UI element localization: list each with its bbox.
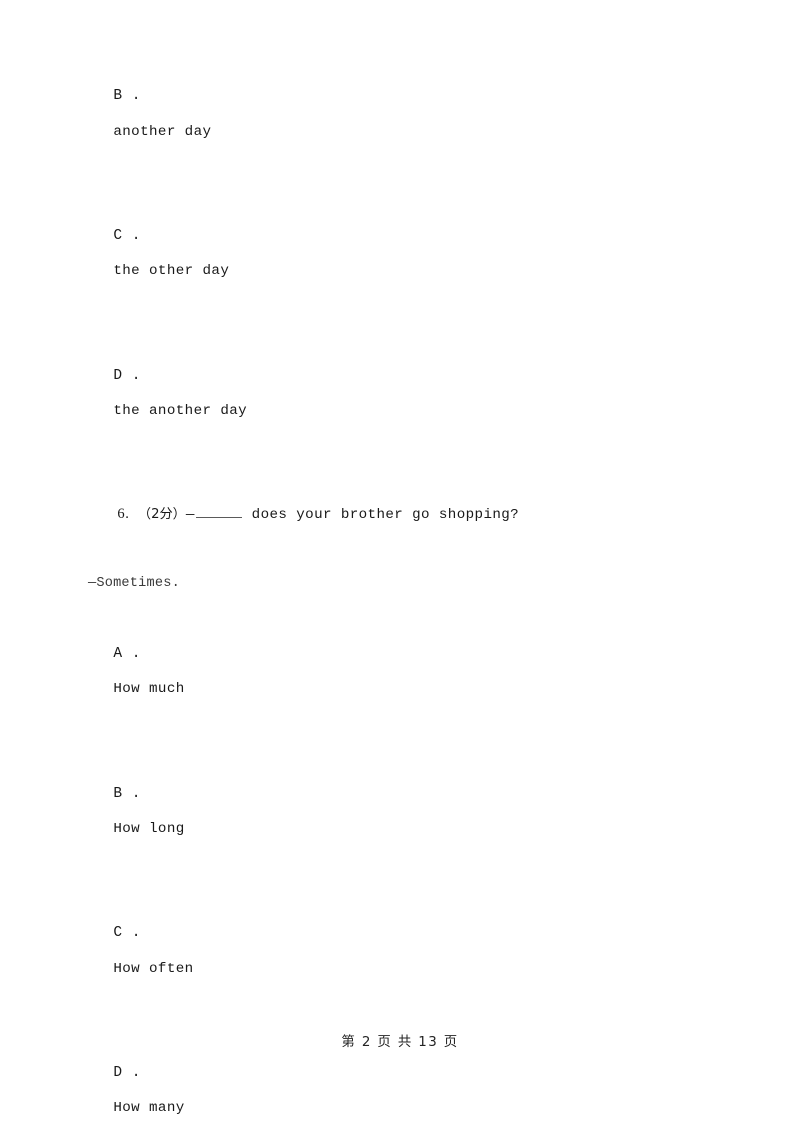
option-letter: B . (113, 785, 141, 802)
question-6-stem: 6. （2分）— does your brother go shopping? (48, 463, 755, 567)
option-label: How long (113, 820, 185, 837)
exam-page: B . another day C . the other day D . th… (0, 0, 800, 1132)
page-content: B . another day C . the other day D . th… (48, 44, 755, 1132)
option-label: How often (113, 960, 194, 977)
option-row[interactable]: B . How long (48, 741, 755, 881)
option-row[interactable]: D . the another day (48, 323, 755, 463)
question-number: 6. (117, 506, 130, 523)
option-letter: B . (113, 88, 141, 105)
question-text-suffix: does your brother go shopping? (242, 507, 520, 524)
option-row[interactable]: A . How much (48, 602, 755, 742)
option-label: another day (113, 123, 212, 140)
answer-blank[interactable] (195, 504, 242, 519)
option-label: the another day (113, 403, 248, 420)
option-label: How many (113, 1100, 185, 1117)
option-letter: D . (113, 367, 141, 384)
page-footer: 第 2 页 共 13 页 (341, 1035, 459, 1050)
option-letter: A . (113, 645, 141, 662)
option-label: How much (113, 681, 185, 698)
question-6-response: —Sometimes. (88, 576, 180, 592)
option-label: the other day (113, 263, 230, 280)
question-text-prefix: — (185, 507, 195, 524)
option-row[interactable]: C . How often (48, 881, 755, 1021)
option-letter: C . (113, 228, 141, 245)
option-letter: D . (113, 1064, 141, 1081)
option-row[interactable]: C . the other day (48, 184, 755, 324)
question-score: （2分） (137, 507, 186, 523)
option-letter: C . (113, 925, 141, 942)
option-row[interactable]: B . another day (48, 44, 755, 184)
